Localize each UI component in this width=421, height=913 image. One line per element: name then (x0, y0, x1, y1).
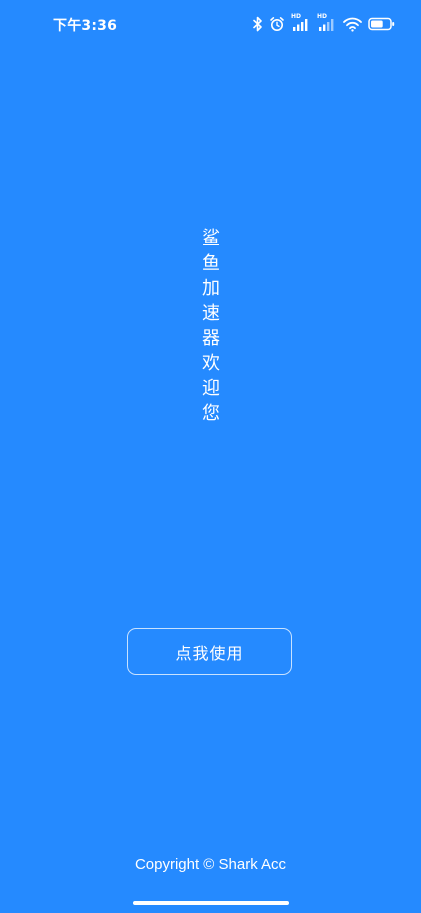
welcome-char: 鲨 (202, 228, 220, 249)
welcome-char: 器 (202, 328, 220, 349)
home-indicator[interactable] (133, 901, 289, 905)
welcome-text: 鲨鱼加速器欢迎您 (199, 226, 223, 426)
battery-icon (368, 17, 395, 31)
alarm-icon (269, 16, 285, 32)
signal-hd-icon: HD (291, 13, 311, 33)
welcome-char: 加 (202, 278, 220, 299)
status-icons: HD HD (253, 13, 395, 34)
copyright-text: Copyright © Shark Acc (134, 856, 287, 873)
wifi-icon (343, 17, 362, 32)
welcome-char: 速 (202, 303, 220, 324)
welcome-char: 您 (202, 403, 220, 424)
splash-screen: 下午3:36 HD HD 鲨 鱼 加 速 器 欢 迎 您 点我使用 Copyri… (0, 0, 421, 913)
use-now-button[interactable]: 点我使用 (127, 628, 292, 675)
welcome-char: 鱼 (202, 253, 220, 274)
welcome-char: 欢 (202, 353, 220, 374)
status-time: 下午3:36 (53, 18, 118, 34)
status-bar: 下午3:36 HD HD (0, 0, 421, 48)
bluetooth-icon (253, 16, 263, 32)
welcome-char: 迎 (202, 378, 220, 399)
signal-hd-icon: HD (317, 13, 337, 33)
